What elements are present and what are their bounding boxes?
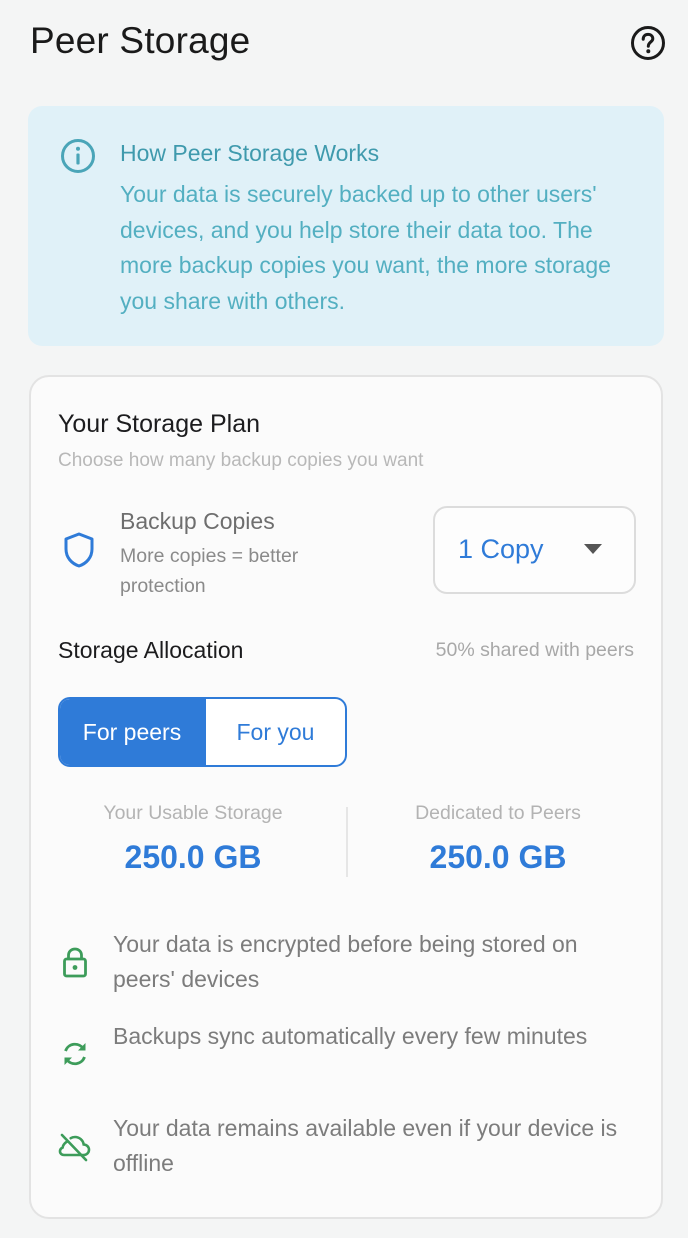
help-circle-icon bbox=[631, 26, 665, 60]
peer-storage-label: Dedicated to Peers bbox=[415, 802, 581, 824]
feature-text-offline: Your data remains available even if your… bbox=[113, 1115, 618, 1176]
toggle-for-peers[interactable]: For peers bbox=[60, 699, 204, 765]
feature-text-sync: Backups sync automatically every few min… bbox=[113, 1023, 588, 1049]
usable-storage-label: Your Usable Storage bbox=[103, 802, 283, 824]
storage-plan-card: Your Storage Plan Choose how many backup… bbox=[29, 375, 663, 1219]
backup-copies-label: Backup Copies bbox=[120, 508, 275, 534]
backup-copies-description: More copies = better protection bbox=[120, 545, 299, 597]
allocation-share-text: 50% shared with peers bbox=[435, 639, 634, 661]
info-banner: How Peer Storage Works Your data is secu… bbox=[28, 106, 664, 346]
toggle-for-you[interactable]: For you bbox=[204, 699, 345, 765]
usable-storage-value: 250.0 GB bbox=[124, 839, 262, 875]
plan-subtitle: Choose how many backup copies you want bbox=[58, 450, 424, 471]
stat-divider bbox=[346, 807, 348, 877]
allocation-toggle: For peers For you bbox=[58, 697, 347, 767]
help-button[interactable] bbox=[630, 25, 666, 61]
peer-storage-stat: Dedicated to Peers 250.0 GB bbox=[353, 802, 643, 876]
page-title: Peer Storage bbox=[30, 20, 251, 61]
feature-text-encryption: Your data is encrypted before being stor… bbox=[113, 931, 578, 992]
sync-icon bbox=[64, 1042, 86, 1066]
shield-icon bbox=[64, 532, 94, 568]
cloud-off-icon bbox=[58, 1133, 91, 1162]
app-header: Peer Storage bbox=[0, 0, 688, 86]
backup-copies-select[interactable]: 1 Copy bbox=[433, 506, 636, 594]
plan-title: Your Storage Plan bbox=[58, 410, 261, 438]
allocation-title: Storage Allocation bbox=[58, 637, 244, 663]
info-body: Your data is securely backed up to other… bbox=[120, 181, 611, 314]
info-title: How Peer Storage Works bbox=[120, 140, 380, 166]
peer-storage-value: 250.0 GB bbox=[429, 839, 567, 875]
backup-copies-value: 1 Copy bbox=[458, 534, 544, 564]
info-circle-icon bbox=[61, 139, 95, 173]
chevron-down-icon bbox=[584, 544, 602, 554]
usable-storage-stat: Your Usable Storage 250.0 GB bbox=[48, 802, 338, 876]
lock-icon bbox=[63, 947, 87, 978]
